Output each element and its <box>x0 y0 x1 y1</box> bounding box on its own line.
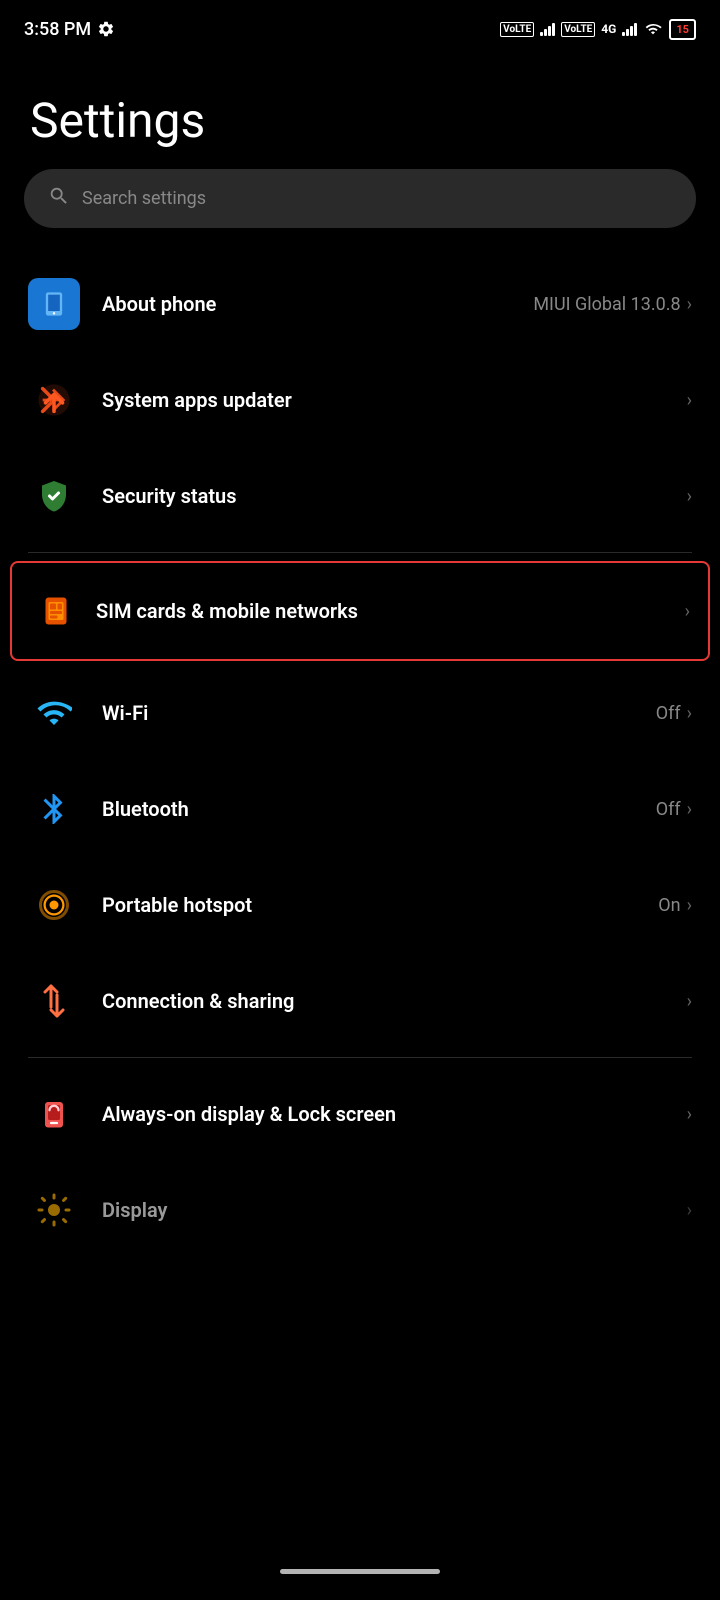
display-label: Display <box>102 1198 167 1222</box>
system-apps-icon <box>28 374 80 426</box>
wifi-status-icon <box>643 21 663 37</box>
display-chevron: › <box>687 1200 692 1221</box>
volte2-icon: VoLTE <box>561 22 595 37</box>
settings-item-display[interactable]: Display › <box>0 1162 720 1258</box>
settings-list: About phone MIUI Global 13.0.8 › System … <box>0 256 720 1258</box>
bluetooth-value: Off <box>646 799 681 820</box>
home-indicator-container <box>0 1553 720 1590</box>
settings-item-connection[interactable]: Connection & sharing › <box>0 953 720 1049</box>
about-phone-value: MIUI Global 13.0.8 <box>523 294 680 315</box>
always-on-chevron: › <box>687 1104 692 1125</box>
system-apps-chevron: › <box>687 390 692 411</box>
sim-cards-label-wrap: SIM cards & mobile networks <box>96 599 679 623</box>
security-status-label: Security status <box>102 484 236 508</box>
connection-right: › <box>681 991 692 1012</box>
hotspot-label: Portable hotspot <box>102 893 252 917</box>
divider-1 <box>28 552 692 553</box>
connection-label-wrap: Connection & sharing <box>102 989 681 1013</box>
wifi-chevron: › <box>687 703 692 724</box>
wifi-value: Off <box>646 703 681 724</box>
time-label: 3:58 PM <box>24 19 91 40</box>
hotspot-value: On <box>648 895 680 916</box>
connection-icon <box>28 975 80 1027</box>
wifi-icon <box>28 687 80 739</box>
status-icons-group: VoLTE VoLTE 4G 15 <box>500 19 696 40</box>
search-bar[interactable]: Search settings <box>24 169 696 228</box>
settings-item-always-on[interactable]: Always-on display & Lock screen › <box>0 1066 720 1162</box>
status-time: 3:58 PM <box>24 19 115 40</box>
status-bar: 3:58 PM VoLTE VoLTE 4G 15 <box>0 0 720 52</box>
settings-item-hotspot[interactable]: Portable hotspot On › <box>0 857 720 953</box>
search-container: Search settings <box>0 169 720 256</box>
wifi-label-wrap: Wi-Fi <box>102 701 646 725</box>
page-title: Settings <box>0 52 720 169</box>
signal-bars-1 <box>540 22 555 36</box>
home-indicator <box>280 1569 440 1574</box>
sim-cards-chevron: › <box>685 601 690 622</box>
about-phone-label: About phone <box>102 292 216 316</box>
search-icon <box>48 185 70 212</box>
connection-chevron: › <box>687 991 692 1012</box>
gear-icon <box>97 20 115 38</box>
divider-2 <box>28 1057 692 1058</box>
settings-item-bluetooth[interactable]: Bluetooth Off › <box>0 761 720 857</box>
security-status-chevron: › <box>687 486 692 507</box>
about-phone-right: MIUI Global 13.0.8 › <box>523 294 692 315</box>
always-on-label-wrap: Always-on display & Lock screen <box>102 1102 681 1126</box>
bluetooth-right: Off › <box>646 799 692 820</box>
wifi-label: Wi-Fi <box>102 701 148 725</box>
search-placeholder-text: Search settings <box>82 188 206 209</box>
wifi-right: Off › <box>646 703 692 724</box>
bluetooth-label-wrap: Bluetooth <box>102 797 646 821</box>
display-label-wrap: Display <box>102 1198 681 1222</box>
hotspot-chevron: › <box>687 895 692 916</box>
always-on-icon <box>28 1088 80 1140</box>
connection-label: Connection & sharing <box>102 989 294 1013</box>
about-phone-icon <box>28 278 80 330</box>
settings-item-about-phone[interactable]: About phone MIUI Global 13.0.8 › <box>0 256 720 352</box>
sim-cards-icon <box>30 585 82 637</box>
sim-cards-label: SIM cards & mobile networks <box>96 599 358 623</box>
settings-item-system-apps[interactable]: System apps updater › <box>0 352 720 448</box>
security-status-icon <box>28 470 80 522</box>
settings-item-security-status[interactable]: Security status › <box>0 448 720 544</box>
settings-item-sim-cards[interactable]: SIM cards & mobile networks › <box>10 561 710 661</box>
always-on-label: Always-on display & Lock screen <box>102 1102 396 1126</box>
always-on-right: › <box>681 1104 692 1125</box>
bluetooth-icon <box>28 783 80 835</box>
display-right: › <box>681 1200 692 1221</box>
settings-item-wifi[interactable]: Wi-Fi Off › <box>0 665 720 761</box>
system-apps-right: › <box>681 390 692 411</box>
4g-icon: 4G <box>601 22 616 36</box>
display-icon <box>28 1184 80 1236</box>
security-status-label-wrap: Security status <box>102 484 681 508</box>
about-phone-chevron: › <box>687 294 692 315</box>
volte1-icon: VoLTE <box>500 22 534 37</box>
bluetooth-label: Bluetooth <box>102 797 189 821</box>
about-phone-label-wrap: About phone <box>102 292 523 316</box>
system-apps-label: System apps updater <box>102 388 292 412</box>
hotspot-icon <box>28 879 80 931</box>
bluetooth-chevron: › <box>687 799 692 820</box>
system-apps-label-wrap: System apps updater <box>102 388 681 412</box>
security-status-right: › <box>681 486 692 507</box>
sim-cards-right: › <box>679 601 690 622</box>
hotspot-right: On › <box>648 895 692 916</box>
battery-icon: 15 <box>669 19 696 40</box>
signal-bars-2 <box>622 22 637 36</box>
hotspot-label-wrap: Portable hotspot <box>102 893 648 917</box>
